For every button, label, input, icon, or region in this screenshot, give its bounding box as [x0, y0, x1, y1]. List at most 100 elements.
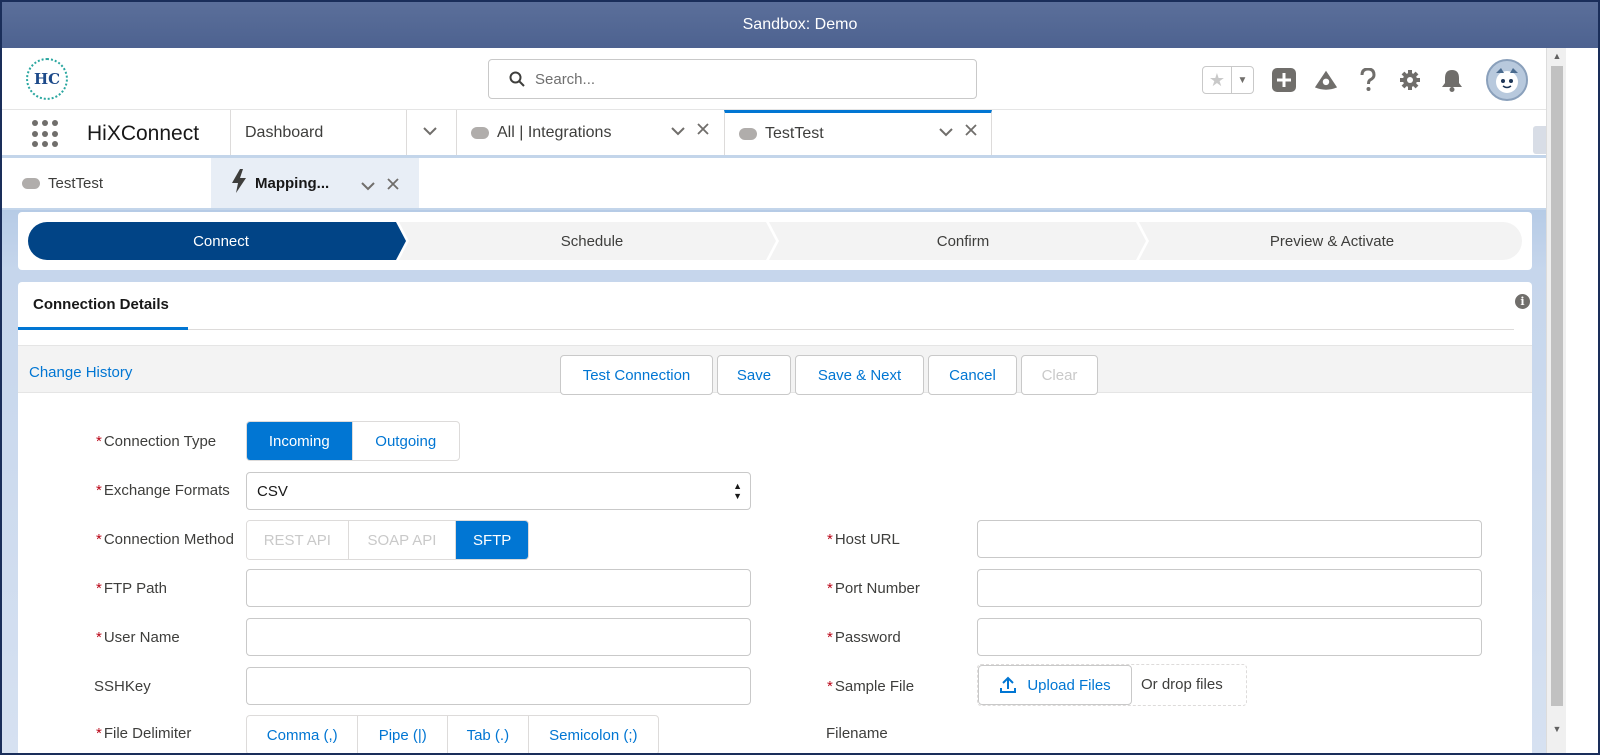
user-name-field[interactable]: [246, 618, 751, 656]
rest-api-option[interactable]: REST API: [247, 521, 349, 559]
save-next-button[interactable]: Save & Next: [795, 355, 924, 395]
password-field[interactable]: [977, 618, 1482, 656]
close-tab-icon[interactable]: [697, 122, 709, 138]
path-step-preview-label: Preview & Activate: [1270, 233, 1394, 250]
ftp-path-field[interactable]: [246, 569, 751, 607]
path-card: Connect Schedule Confirm Preview & Activ…: [18, 212, 1532, 270]
test-connection-button[interactable]: Test Connection: [560, 355, 713, 395]
chevron-down-icon[interactable]: [939, 124, 953, 140]
tab-all-integrations[interactable]: All | Integrations: [456, 110, 724, 155]
password-input[interactable]: [978, 619, 1481, 655]
subtab-testtest-label: TestTest: [48, 174, 104, 192]
header-actions: ★ ▼: [1202, 59, 1528, 101]
subtab-bar: TestTest Mapping...: [2, 158, 1546, 210]
tab-testtest-label: TestTest: [765, 125, 824, 142]
sandbox-banner: Sandbox: Demo: [2, 2, 1598, 48]
sftp-option[interactable]: SFTP: [456, 521, 528, 559]
host-url-input[interactable]: [978, 521, 1481, 557]
tab-dashboard[interactable]: Dashboard: [230, 110, 456, 155]
port-number-label: * Port Number: [827, 580, 920, 597]
upload-files-button[interactable]: Upload Files: [978, 665, 1132, 705]
help-icon[interactable]: [1356, 68, 1380, 92]
file-dropzone[interactable]: Upload Files Or drop files: [977, 664, 1247, 706]
notifications-bell-icon[interactable]: [1440, 68, 1464, 92]
favorites-button[interactable]: ★ ▼: [1202, 66, 1254, 94]
connection-method-toggle: REST API SOAP API SFTP: [246, 520, 529, 560]
sandbox-banner-text: Sandbox: Demo: [742, 16, 858, 33]
subtab-testtest[interactable]: TestTest: [2, 158, 211, 208]
utility-dock-handle[interactable]: [1533, 126, 1547, 154]
close-tab-icon[interactable]: [965, 123, 977, 139]
file-delimiter-toggle: Comma (,) Pipe (|) Tab (.) Semicolon (;): [246, 715, 659, 753]
search-icon: [509, 71, 525, 87]
subtab-mapping[interactable]: Mapping...: [211, 158, 419, 208]
info-icon[interactable]: i: [1515, 294, 1530, 309]
exchange-formats-label: * Exchange Formats: [96, 482, 230, 499]
port-number-field[interactable]: [977, 569, 1482, 607]
cloud-icon: [22, 177, 40, 189]
close-subtab-icon[interactable]: [387, 177, 399, 194]
logo-text: HC: [33, 70, 61, 88]
drop-files-label: Or drop files: [1141, 676, 1223, 693]
clear-button[interactable]: Clear: [1021, 355, 1098, 395]
chevron-down-icon[interactable]: [361, 178, 375, 195]
app-launcher-icon[interactable]: [32, 120, 60, 148]
chevron-down-icon[interactable]: [671, 123, 685, 139]
connection-type-label: * Connection Type: [96, 433, 217, 450]
ssh-key-label: SSHKey: [94, 678, 151, 695]
ftp-path-input[interactable]: [247, 570, 750, 606]
page-scrollbar[interactable]: ▲ ▼: [1546, 48, 1566, 753]
tab-connection-details[interactable]: Connection Details: [18, 282, 188, 330]
connection-method-label: * Connection Method: [96, 531, 234, 548]
app-nav-bar: HiXConnect Dashboard All | Integrations …: [2, 110, 1546, 158]
cloud-icon: [471, 126, 489, 139]
global-search[interactable]: [488, 59, 977, 99]
semicolon-option[interactable]: Semicolon (;): [529, 716, 658, 753]
connection-card: Connection Details i Change History Test…: [18, 282, 1532, 753]
pipe-option[interactable]: Pipe (|): [358, 716, 449, 753]
global-header: HC ★ ▼: [2, 48, 1546, 110]
app-name: HiXConnect: [87, 122, 200, 145]
tab-testtest[interactable]: TestTest: [724, 110, 992, 155]
tab-option[interactable]: Tab (.): [448, 716, 529, 753]
user-name-label: * User Name: [96, 629, 180, 646]
scroll-up-arrow-icon[interactable]: ▲: [1551, 51, 1563, 63]
cancel-button[interactable]: Cancel: [928, 355, 1017, 395]
user-name-input[interactable]: [247, 619, 750, 655]
scrollbar-thumb[interactable]: [1551, 66, 1563, 706]
global-create-icon[interactable]: [1272, 68, 1296, 92]
host-url-field[interactable]: [977, 520, 1482, 558]
scroll-down-arrow-icon[interactable]: ▼: [1551, 724, 1563, 736]
path-step-confirm-label: Confirm: [937, 233, 990, 250]
user-avatar[interactable]: [1486, 59, 1528, 101]
exchange-formats-select[interactable]: CSV ▲ ▼: [246, 472, 751, 510]
save-button[interactable]: Save: [717, 355, 791, 395]
lightning-icon: [231, 169, 247, 197]
org-logo[interactable]: HC: [26, 58, 68, 100]
tab-all-integrations-label: All | Integrations: [497, 123, 612, 141]
upload-icon: [1000, 676, 1017, 693]
comma-option[interactable]: Comma (,): [247, 716, 359, 753]
select-arrows-icon: ▲ ▼: [733, 481, 742, 501]
outgoing-option[interactable]: Outgoing: [353, 422, 460, 460]
soap-api-option[interactable]: SOAP API: [348, 521, 457, 559]
password-label: * Password: [827, 629, 901, 646]
star-icon[interactable]: ★: [1203, 67, 1231, 93]
change-history-link[interactable]: Change History: [29, 364, 132, 381]
settings-gear-icon[interactable]: [1398, 68, 1422, 92]
port-number-input[interactable]: [978, 570, 1481, 606]
exchange-formats-value: CSV: [257, 482, 288, 500]
ftp-path-label: * FTP Path: [96, 580, 167, 597]
host-url-label: * Host URL: [827, 531, 900, 548]
cloud-icon: [739, 128, 757, 140]
ssh-key-field[interactable]: [246, 667, 751, 705]
tab-dashboard-label: Dashboard: [245, 123, 324, 141]
incoming-option[interactable]: Incoming: [247, 422, 353, 460]
favorites-dropdown-icon[interactable]: ▼: [1231, 67, 1253, 93]
browser-frame: Sandbox: Demo HC ★ ▼: [0, 0, 1600, 755]
trailhead-icon[interactable]: [1314, 68, 1338, 92]
ssh-key-input[interactable]: [247, 668, 750, 704]
path-step-schedule-label: Schedule: [561, 233, 624, 250]
chevron-down-icon[interactable]: [423, 123, 437, 139]
search-input[interactable]: [535, 70, 935, 88]
